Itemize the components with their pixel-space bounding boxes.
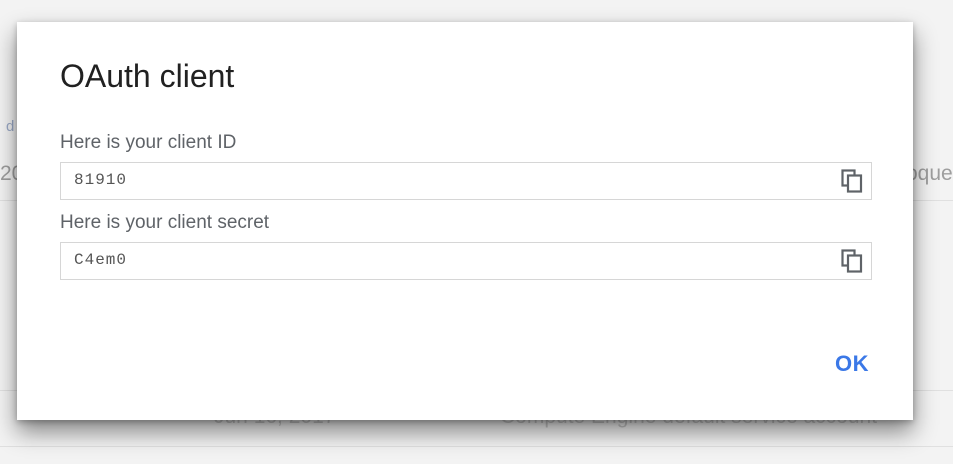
oauth-client-dialog: OAuth client Here is your client ID 8191…: [17, 22, 913, 420]
client-id-label: Here is your client ID: [60, 132, 237, 153]
client-secret-field[interactable]: C4em0: [60, 242, 872, 280]
copy-icon: [841, 249, 863, 273]
client-id-field[interactable]: 81910: [60, 162, 872, 200]
background-link: d: [6, 118, 15, 135]
copy-client-secret-button[interactable]: [837, 246, 867, 276]
client-secret-value[interactable]: C4em0: [74, 251, 127, 269]
ok-button[interactable]: OK: [835, 351, 869, 377]
background-cell-type: oque: [906, 162, 953, 185]
copy-icon: [841, 169, 863, 193]
copy-client-id-button[interactable]: [837, 166, 867, 196]
client-secret-label: Here is your client secret: [60, 212, 270, 233]
client-id-value[interactable]: 81910: [74, 171, 127, 189]
dialog-title: OAuth client: [60, 58, 235, 94]
